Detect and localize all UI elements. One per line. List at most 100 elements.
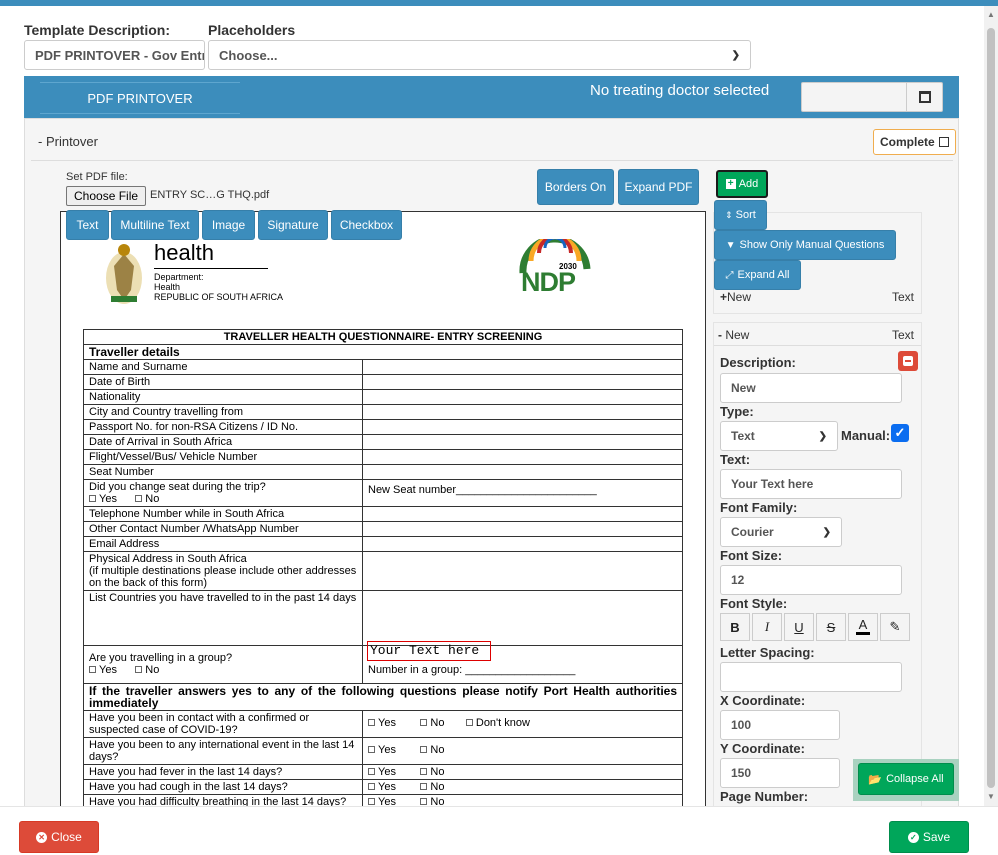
- element-item-2-type: Text: [892, 328, 915, 342]
- table-row: Have you been in contact with a confirme…: [83, 710, 363, 738]
- save-button[interactable]: ✓ Save: [889, 821, 969, 853]
- letter-spacing-label: Letter Spacing:: [720, 645, 815, 660]
- logo-divider: [154, 268, 268, 269]
- close-button[interactable]: ✕ Close: [19, 821, 99, 853]
- expand-all-button[interactable]: ⤢ Expand All: [714, 260, 801, 290]
- text-input[interactable]: Your Text here: [720, 469, 902, 499]
- table-cell: Yes No: [362, 794, 683, 806]
- table-cell: [362, 359, 683, 375]
- tool-multiline-text-button[interactable]: Multiline Text: [111, 210, 199, 240]
- printover-modal: Template Description: Placeholders PDF P…: [0, 6, 998, 806]
- calendar-icon: [918, 91, 931, 103]
- checkbox-icon: [420, 783, 428, 790]
- strikethrough-button[interactable]: S: [816, 613, 846, 641]
- tool-text-button[interactable]: Text: [66, 210, 109, 240]
- printover-banner: PDF PRINTOVER No treating doctor selecte…: [24, 76, 959, 118]
- letter-spacing-input[interactable]: [720, 662, 902, 692]
- table-row: Have you had difficulty breathing in the…: [83, 794, 363, 806]
- table-row: Date of Birth: [83, 374, 363, 390]
- table-cell: [362, 449, 683, 465]
- table-cell: Yes No: [362, 764, 683, 780]
- tool-checkbox-button[interactable]: Checkbox: [331, 210, 402, 240]
- choose-file-button[interactable]: Choose File: [66, 186, 147, 206]
- font-style-toolbar: B I U S A ✎: [720, 613, 912, 643]
- health-wordmark: health: [154, 240, 214, 265]
- filter-icon: ▼: [725, 239, 736, 251]
- highlighter-icon: ✎: [889, 619, 901, 634]
- ndp-text: NDP: [521, 267, 576, 297]
- checkbox-icon: [420, 746, 428, 753]
- sort-button[interactable]: ⇕ Sort: [714, 200, 767, 230]
- bold-button[interactable]: B: [720, 613, 750, 641]
- tab-pdf-printover[interactable]: PDF PRINTOVER: [40, 82, 240, 114]
- placeholders-select[interactable]: Choose... ❯: [208, 40, 751, 70]
- element-item-1[interactable]: +New: [720, 290, 751, 304]
- checkbox-icon: [938, 137, 949, 147]
- table-cell: [362, 464, 683, 480]
- chevron-down-icon: ❯: [822, 526, 831, 538]
- highlight-button[interactable]: ✎: [880, 613, 910, 641]
- scroll-up-icon[interactable]: ▲: [987, 10, 995, 19]
- tool-image-button[interactable]: Image: [202, 210, 255, 240]
- font-size-label: Font Size:: [720, 548, 783, 563]
- remove-button[interactable]: [898, 351, 918, 371]
- checkbox-icon: [420, 798, 428, 805]
- expand-pdf-button[interactable]: Expand PDF: [618, 169, 699, 205]
- folder-open-icon: 📂: [868, 773, 883, 786]
- show-manual-questions-button[interactable]: ▼ Show Only Manual Questions: [714, 230, 896, 260]
- description-input[interactable]: New: [720, 373, 902, 403]
- text-label: Text:: [720, 452, 751, 467]
- table-row: Flight/Vessel/Bus/ Vehicle Number: [83, 449, 363, 465]
- checkbox-icon: [368, 783, 375, 790]
- chevron-down-icon: ❯: [818, 430, 827, 442]
- divider: [714, 345, 921, 346]
- department-text: Department: Health REPUBLIC OF SOUTH AFR…: [154, 272, 284, 302]
- checkbox-icon: [368, 719, 375, 726]
- checkbox-icon: [420, 719, 428, 726]
- calendar-button[interactable]: [906, 83, 942, 111]
- type-select[interactable]: Text ❯: [720, 421, 838, 451]
- add-button[interactable]: + Add: [716, 170, 768, 198]
- table-cell: [362, 590, 683, 646]
- close-circle-icon: ✕: [36, 831, 48, 843]
- table-row: Seat Number: [83, 464, 363, 480]
- pdf-canvas[interactable]: health Department: Health REPUBLIC OF SO…: [60, 211, 706, 806]
- table-row: Did you change seat during the trip? Yes…: [83, 479, 363, 507]
- check-circle-icon: ✓: [907, 831, 919, 843]
- y-coordinate-input[interactable]: 150: [720, 758, 840, 788]
- panel-title[interactable]: - Printover: [38, 134, 98, 149]
- checkbox-icon: [89, 495, 96, 502]
- checkbox-icon: [465, 719, 473, 726]
- table-cell: [362, 419, 683, 435]
- borders-on-button[interactable]: Borders On: [537, 169, 614, 205]
- date-input[interactable]: [801, 82, 943, 112]
- font-family-select[interactable]: Courier ❯: [720, 517, 842, 547]
- manual-checkbox[interactable]: ✓: [891, 424, 909, 442]
- x-coordinate-input[interactable]: 100: [720, 710, 840, 740]
- template-description-input[interactable]: PDF PRINTOVER - Gov Entry: [24, 40, 205, 70]
- table-cell: [362, 506, 683, 522]
- font-size-input[interactable]: 12: [720, 565, 902, 595]
- modal-scrollbar[interactable]: ▲ ▼: [984, 6, 998, 806]
- template-description-label: Template Description:: [24, 22, 170, 38]
- complete-toggle[interactable]: Complete: [873, 129, 956, 155]
- font-color-button[interactable]: A: [848, 613, 878, 641]
- table-row: Telephone Number while in South Africa: [83, 506, 363, 522]
- italic-button[interactable]: I: [752, 613, 782, 641]
- underline-button[interactable]: U: [784, 613, 814, 641]
- sort-icon: ⇕: [725, 209, 733, 220]
- tool-signature-button[interactable]: Signature: [258, 210, 328, 240]
- scroll-down-icon[interactable]: ▼: [987, 792, 995, 801]
- overlay-text-box[interactable]: Your Text here: [367, 641, 491, 661]
- table-row: Have you had cough in the last 14 days?: [83, 779, 363, 795]
- collapse-all-button[interactable]: 📂 Collapse All: [858, 763, 954, 795]
- scroll-thumb[interactable]: [987, 28, 995, 788]
- doctor-status: No treating doctor selected: [590, 82, 770, 99]
- element-item-2[interactable]: - New: [718, 328, 749, 342]
- table-row: Are you travelling in a group? Yes No: [83, 645, 363, 684]
- element-item-1-type: Text: [892, 290, 915, 304]
- section-traveller-details: Traveller details: [83, 344, 683, 360]
- italic-icon: I: [764, 619, 770, 634]
- checkbox-icon: [89, 666, 96, 673]
- placeholders-label: Placeholders: [208, 22, 296, 38]
